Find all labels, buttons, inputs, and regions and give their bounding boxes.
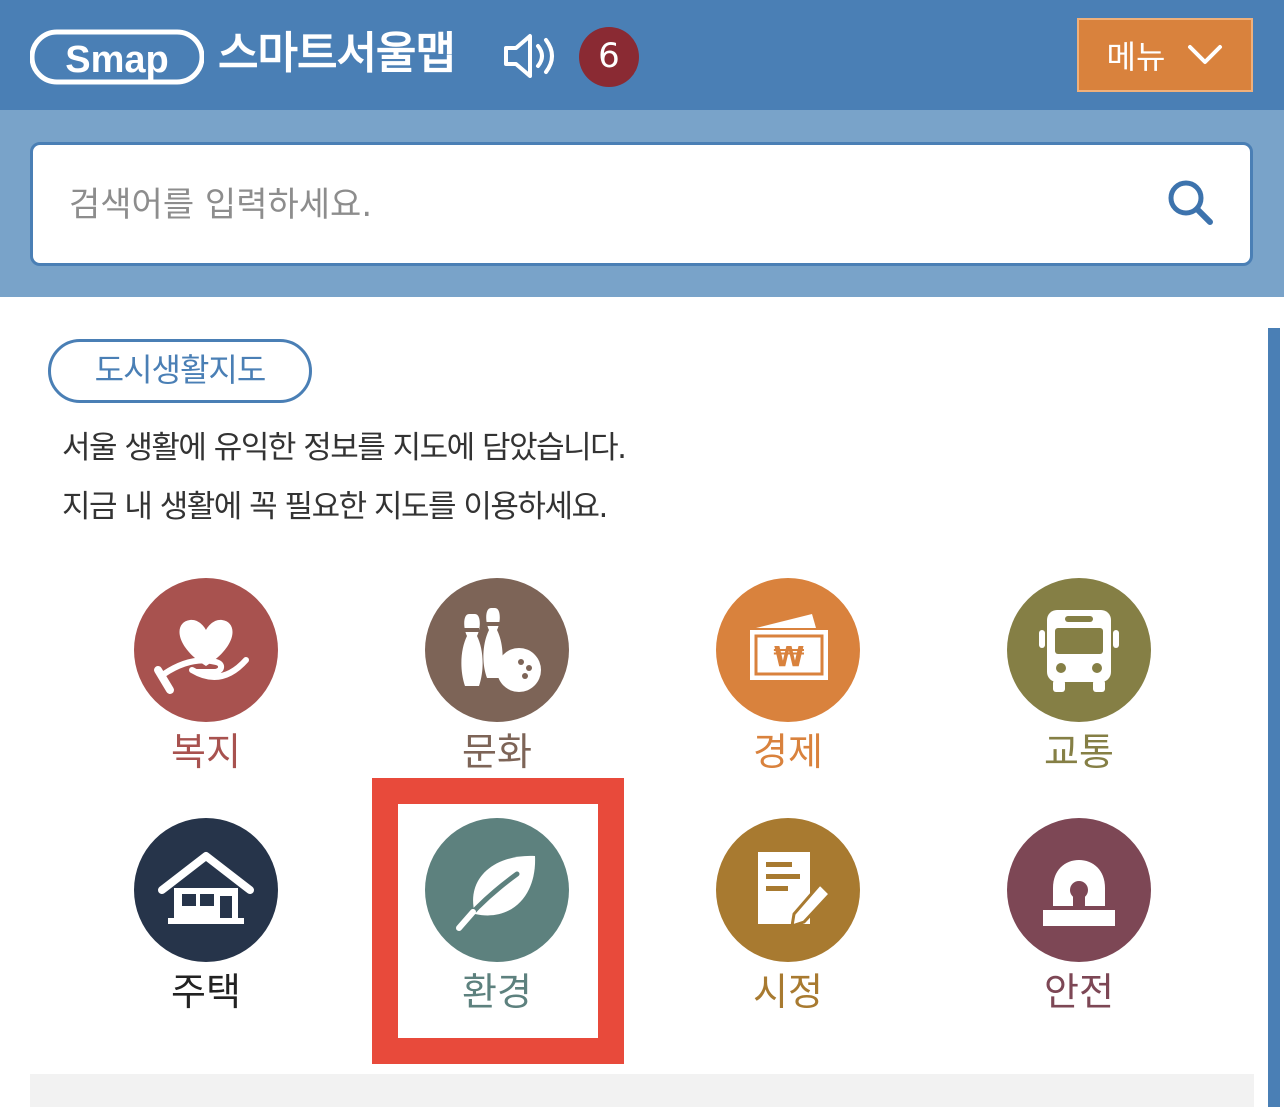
category-label: 교통 xyxy=(1044,730,1114,774)
svg-text:₩: ₩ xyxy=(774,640,805,673)
smap-logo[interactable]: Smap xyxy=(30,28,204,86)
won-wallet-icon: ₩ xyxy=(716,578,860,722)
notification-badge: 6 xyxy=(579,27,639,87)
scrollbar[interactable] xyxy=(1268,328,1280,1107)
siren-icon xyxy=(1007,818,1151,962)
search-input[interactable] xyxy=(67,171,1131,239)
menu-button-label: 메뉴 xyxy=(1106,38,1166,76)
heart-hand-icon xyxy=(134,578,278,722)
category-label: 주택 xyxy=(171,970,241,1014)
house-icon xyxy=(134,818,278,962)
document-pen-icon xyxy=(716,818,860,962)
section-description-line1: 서울 생활에 유익한 정보를 지도에 담았습니다. xyxy=(62,430,627,466)
search-icon[interactable] xyxy=(1164,176,1216,228)
search-box[interactable] xyxy=(30,142,1253,266)
category-label: 복지 xyxy=(171,730,241,774)
bottom-panel xyxy=(30,1074,1254,1107)
bus-icon xyxy=(1007,578,1151,722)
category-label: 문화 xyxy=(462,730,532,774)
menu-button[interactable]: 메뉴 xyxy=(1077,18,1253,92)
section-tag: 도시생활지도 xyxy=(48,339,312,403)
category-label: 시정 xyxy=(753,970,823,1014)
leaf-icon xyxy=(425,818,569,962)
category-label: 안전 xyxy=(1044,970,1114,1014)
category-label: 환경 xyxy=(462,970,532,1014)
section-description-line2: 지금 내 생활에 꼭 필요한 지도를 이용하세요. xyxy=(62,489,608,525)
bowling-icon xyxy=(425,578,569,722)
category-label: 경제 xyxy=(753,730,823,774)
speaker-icon[interactable] xyxy=(500,30,564,82)
app-title[interactable]: 스마트서울맵 xyxy=(218,24,456,84)
logo-text: Smap xyxy=(65,39,168,81)
chevron-down-icon xyxy=(1188,45,1223,64)
